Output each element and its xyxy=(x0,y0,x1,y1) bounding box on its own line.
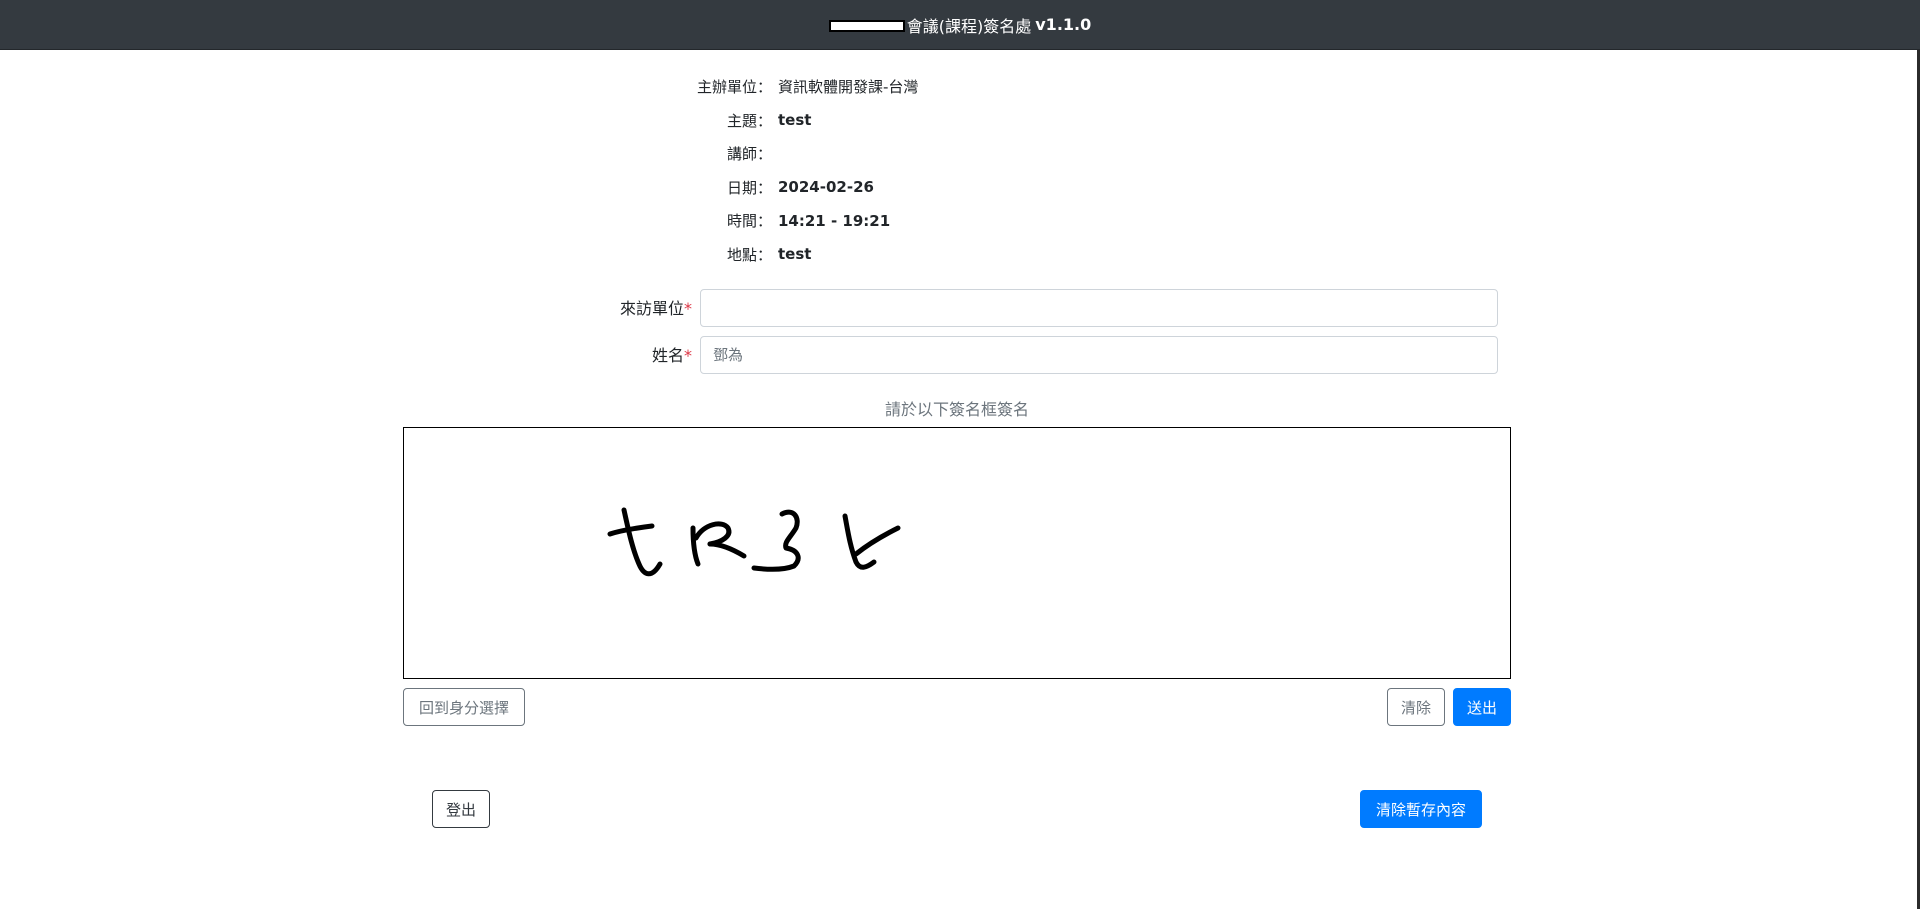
logout-button[interactable]: 登出 xyxy=(432,790,490,828)
info-value: 資訊軟體開發課-台灣 xyxy=(778,78,919,97)
top-navbar: 會議(課程)簽名處 v1.1.0 xyxy=(0,0,1920,50)
info-label: 日期： xyxy=(726,178,772,197)
signature-hint: 請於以下簽名框簽名 xyxy=(884,400,1029,419)
redacted-block xyxy=(828,19,905,32)
visiting-unit-row: 來訪單位* xyxy=(560,289,1510,329)
clear-signature-button[interactable]: 清除 xyxy=(1387,688,1445,726)
info-value: test xyxy=(778,111,812,130)
info-label: 主題： xyxy=(726,111,772,130)
signature-strokes xyxy=(607,507,901,577)
signature-pad[interactable] xyxy=(403,427,1511,679)
app-title-text: 會議(課程)簽名處 xyxy=(906,16,1032,36)
name-row: 姓名* xyxy=(560,336,1510,376)
required-mark: * xyxy=(684,346,692,365)
info-row-date: 日期： 2024-02-26 xyxy=(680,171,1080,205)
info-row-lecturer: 講師： xyxy=(680,137,1080,171)
submit-button[interactable]: 送出 xyxy=(1453,688,1511,726)
info-label: 講師： xyxy=(726,145,772,164)
visiting-unit-label: 來訪單位* xyxy=(560,289,700,329)
info-row-organizer: 主辦單位： 資訊軟體開發課-台灣 xyxy=(680,70,1080,104)
app-title: 會議(課程)簽名處 v1.1.0 xyxy=(828,13,1092,37)
info-label: 主辦單位： xyxy=(696,78,772,97)
name-label-text: 姓名 xyxy=(651,346,684,365)
info-value: test xyxy=(778,245,812,264)
app-version: v1.1.0 xyxy=(1035,15,1092,34)
info-row-location: 地點： test xyxy=(680,238,1080,272)
meeting-info: 主辦單位： 資訊軟體開發課-台灣 主題： test 講師： 日期： 2024-0… xyxy=(680,70,1080,271)
info-label: 地點： xyxy=(726,245,772,264)
info-value: 2024-02-26 xyxy=(778,178,874,197)
info-row-time: 時間： 14:21 - 19:21 xyxy=(680,204,1080,238)
info-row-topic: 主題： test xyxy=(680,104,1080,138)
visiting-unit-label-text: 來訪單位 xyxy=(619,299,684,318)
visiting-unit-input[interactable] xyxy=(700,289,1498,327)
back-to-identity-button[interactable]: 回到身分選擇 xyxy=(403,688,525,726)
clear-cache-button[interactable]: 清除暫存內容 xyxy=(1360,790,1482,828)
required-mark: * xyxy=(684,299,692,318)
info-value: 14:21 - 19:21 xyxy=(778,211,891,230)
info-label: 時間： xyxy=(726,212,772,231)
name-label: 姓名* xyxy=(560,336,700,376)
name-input[interactable] xyxy=(700,336,1498,374)
